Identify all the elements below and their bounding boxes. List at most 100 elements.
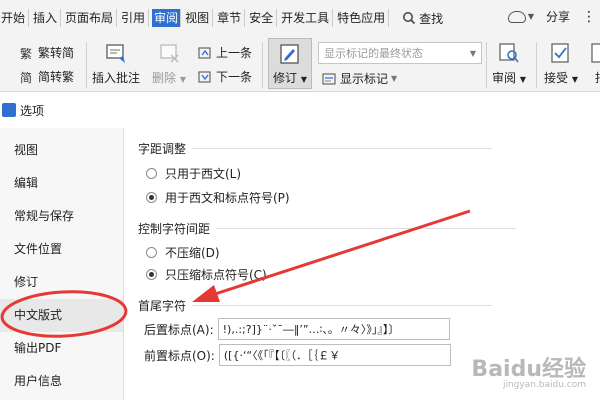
sidebar-item-user-info[interactable]: 用户信息 <box>0 365 123 398</box>
no-compress-option[interactable]: 不压缩(D) <box>146 244 220 261</box>
simp-to-trad-icon: 简 <box>20 71 32 84</box>
tab-home[interactable]: 开始 <box>0 9 30 27</box>
kerning-section-title: 字距调整 <box>138 140 492 157</box>
radio-button-selected[interactable] <box>146 192 157 203</box>
options-sidebar: 视图 编辑 常规与保存 文件位置 修订 中文版式 输出PDF 用户信息 <box>0 128 124 400</box>
leading-punct-label: 前置标点(O): <box>144 348 215 363</box>
find-label: 查找 <box>419 11 444 26</box>
radio-button[interactable] <box>146 168 157 179</box>
markup-display-value: 显示标记的最终状态 <box>324 47 423 60</box>
tab-review[interactable]: 审阅 <box>152 9 182 27</box>
trailing-punct-label: 后置标点(A): <box>144 322 214 337</box>
toolbar-divider <box>86 42 87 88</box>
tab-view[interactable]: 视图 <box>184 9 214 27</box>
delete-label: 删除 ▼ <box>152 71 186 85</box>
trad-to-simp-button[interactable]: 繁 繁转简 <box>20 44 74 61</box>
track-changes-label: 修订 ▼ <box>273 71 307 85</box>
tab-developer[interactable]: 开发工具 <box>280 9 334 27</box>
menu-tabs: 开始 插入 页面布局 引用 审阅 视图 章节 安全 开发工具 特色应用 查找 <box>0 9 443 27</box>
insert-comment-icon <box>106 44 125 63</box>
sidebar-item-revision[interactable]: 修订 <box>0 266 123 299</box>
toolbar-divider <box>536 42 537 88</box>
review-toolbar: 繁 繁转简 简 简转繁 插入批注 删除 ▼ 上一条 下一条 修订 ▼ 显示标记的… <box>0 36 600 92</box>
tab-page-layout[interactable]: 页面布局 <box>64 9 118 27</box>
previous-comment-button[interactable]: 上一条 <box>198 44 252 61</box>
radio-label: 不压缩(D) <box>165 246 220 260</box>
options-dialog-title-bar: 选项 <box>0 98 600 122</box>
next-icon <box>198 70 211 83</box>
kerning-western-only-option[interactable]: 只用于西文(L) <box>146 165 241 182</box>
next-comment-button[interactable]: 下一条 <box>198 68 252 85</box>
trailing-punct-field[interactable]: !),.:;?]}¨·ˇˉ―‖’”…∶、。〃々〉》」』】〕 <box>217 318 450 340</box>
compress-punct-only-option[interactable]: 只压缩标点符号(C) <box>146 266 267 283</box>
tab-insert[interactable]: 插入 <box>32 9 62 27</box>
show-markup-button[interactable]: 显示标记 ▼ <box>322 70 397 87</box>
accept-button[interactable]: 接受 ▼ <box>544 42 578 86</box>
wps-writer-window: 开始 插入 页面布局 引用 审阅 视图 章节 安全 开发工具 特色应用 查找 ▼ <box>0 0 600 400</box>
accept-icon <box>551 43 569 63</box>
chevron-down-icon: ▼ <box>527 12 534 21</box>
radio-label: 只用于西文(L) <box>165 167 242 181</box>
char-spacing-section-title: 控制字符间距 <box>138 220 516 237</box>
more-icon[interactable]: ⋮ <box>582 9 596 25</box>
insert-comment-button[interactable]: 插入批注 <box>92 42 140 86</box>
track-changes-button[interactable]: 修订 ▼ <box>268 38 312 89</box>
share-button[interactable]: 分享 <box>546 8 570 25</box>
menu-bar: 开始 插入 页面布局 引用 审阅 视图 章节 安全 开发工具 特色应用 查找 ▼ <box>0 0 600 36</box>
sidebar-item-file-location[interactable]: 文件位置 <box>0 233 123 266</box>
kerning-western-and-punct-option[interactable]: 用于西文和标点符号(P) <box>146 189 290 206</box>
show-markup-label: 显示标记 <box>340 72 389 86</box>
tab-section[interactable]: 章节 <box>216 9 246 27</box>
tab-security[interactable]: 安全 <box>248 9 278 27</box>
first-last-chars-section-title: 首尾字符 <box>138 297 492 314</box>
show-markup-icon <box>322 72 336 85</box>
accept-label: 接受 ▼ <box>544 71 578 85</box>
next-label: 下一条 <box>216 70 253 84</box>
radio-label: 只压缩标点符号(C) <box>165 268 267 282</box>
sidebar-item-export-pdf[interactable]: 输出PDF <box>0 332 123 365</box>
delete-comment-icon <box>160 44 179 63</box>
sidebar-item-chinese-layout[interactable]: 中文版式 <box>0 299 123 332</box>
menubar-right: ▼ 分享 ⋮ <box>507 8 600 25</box>
search-icon <box>403 12 416 25</box>
trad-to-simp-icon: 繁 <box>20 46 32 60</box>
baidu-jingyan-watermark: Baidu经验 jingyan.baidu.com <box>471 351 586 390</box>
leading-punct-field[interactable]: ([{·‘“〈《「『【〔〖（．［｛￡￥ <box>218 344 451 366</box>
chevron-down-icon: ▼ <box>469 48 476 58</box>
sidebar-item-general-save[interactable]: 常规与保存 <box>0 200 123 233</box>
svg-text:繁: 繁 <box>20 46 32 60</box>
reject-icon <box>591 43 600 63</box>
tab-special[interactable]: 特色应用 <box>336 9 390 27</box>
radio-button-selected[interactable] <box>146 269 157 280</box>
wps-logo-icon <box>2 103 16 117</box>
trad-to-simp-label: 繁转简 <box>38 46 75 60</box>
markup-display-dropdown[interactable]: 显示标记的最终状态 ▼ <box>318 42 482 64</box>
find-button[interactable]: 查找 <box>402 10 443 27</box>
sidebar-item-edit[interactable]: 编辑 <box>0 167 123 200</box>
insert-comment-label: 插入批注 <box>92 71 141 85</box>
reject-label: 拒 <box>595 69 600 86</box>
previous-label: 上一条 <box>216 46 253 60</box>
radio-label: 用于西文和标点符号(P) <box>165 191 290 205</box>
radio-button[interactable] <box>146 247 157 258</box>
sidebar-item-view[interactable]: 视图 <box>0 134 123 167</box>
simp-to-trad-button[interactable]: 简 简转繁 <box>20 68 74 85</box>
previous-icon <box>198 46 211 59</box>
review-pane-icon <box>499 43 519 63</box>
tab-references[interactable]: 引用 <box>120 9 150 27</box>
toolbar-divider <box>262 42 263 88</box>
svg-text:简: 简 <box>20 71 32 84</box>
cloud-sync-button[interactable]: ▼ <box>507 10 534 23</box>
review-pane-button[interactable]: 审阅 ▼ <box>492 42 526 86</box>
delete-comment-button[interactable]: 删除 ▼ <box>152 42 186 86</box>
trailing-punct-row: 后置标点(A): !),.:;?]}¨·ˇˉ―‖’”…∶、。〃々〉》」』】〕 <box>144 318 450 340</box>
review-label: 审阅 ▼ <box>492 71 526 85</box>
simp-to-trad-label: 简转繁 <box>38 70 75 84</box>
leading-punct-row: 前置标点(O): ([{·‘“〈《「『【〔〖（．［｛￡￥ <box>144 344 451 366</box>
toolbar-divider <box>486 42 487 88</box>
cloud-icon <box>507 10 526 23</box>
track-changes-icon <box>280 44 299 64</box>
watermark-text: Baidu经验 <box>471 357 586 382</box>
reject-button[interactable]: 拒 <box>590 42 600 86</box>
dialog-title: 选项 <box>20 103 45 118</box>
